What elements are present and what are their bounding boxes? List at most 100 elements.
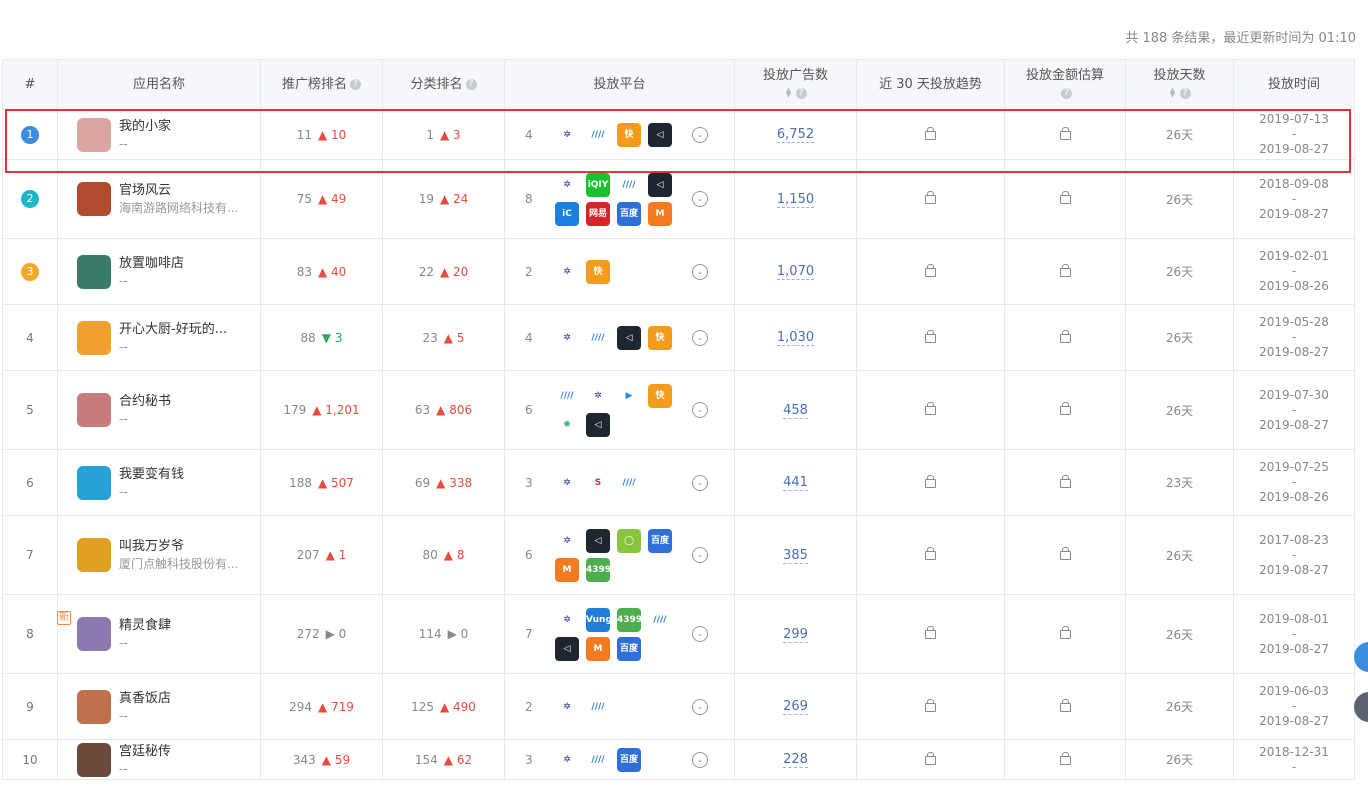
table-row[interactable]: 1 我的小家 -- 11 ▲ 10 1 ▲ 3 4 ✲////快 ◁ ⌄ 6,752 … <box>2 109 1355 160</box>
platform-vungle-icon[interactable]: Vungle <box>586 607 610 632</box>
platform-pangle-icon[interactable]: ✲ <box>555 607 579 632</box>
platform-mgtv-icon[interactable]: M <box>648 201 672 226</box>
platform-tx-icon[interactable]: ▶ <box>617 383 641 408</box>
platform-kuaishou-icon[interactable]: 快 <box>586 259 610 284</box>
lock-icon[interactable] <box>1059 547 1071 560</box>
platform-pangle-icon[interactable]: ✲ <box>555 172 579 197</box>
table-row[interactable]: 6 我要变有钱 -- 188 ▲ 507 69 ▲ 338 3 ✲ S //// ⌄ 4… <box>2 449 1355 516</box>
app-icon[interactable] <box>77 617 111 651</box>
platform-kuaishou-icon[interactable]: 快 <box>617 122 641 147</box>
lock-icon[interactable] <box>925 329 936 343</box>
ad-count-link[interactable]: 1,070 <box>776 264 815 280</box>
expand-chevron-icon[interactable]: ⌄ <box>692 547 708 563</box>
trend-cell[interactable] <box>856 159 1005 239</box>
col-days[interactable]: 投放天数 ▲ ▼? <box>1125 59 1234 110</box>
chat-float-button[interactable] <box>1354 642 1368 672</box>
trend-cell[interactable] <box>856 515 1005 595</box>
amount-cell[interactable] <box>1004 109 1126 160</box>
platform-baidu-icon[interactable]: 百度 <box>617 201 641 226</box>
platform-gdt-icon[interactable]: ✺ <box>555 412 579 437</box>
app-cell[interactable]: 合约秘书 -- <box>57 370 261 450</box>
lock-icon[interactable] <box>1059 329 1071 343</box>
table-row[interactable]: 3 放置咖啡店 -- 83 ▲ 40 22 ▲ 20 2 ✲ 快 ⌄ 1,070 26… <box>2 238 1355 305</box>
platform-kuaishou-icon[interactable]: 快 <box>648 383 672 408</box>
platform-ks-icon[interactable]: //// <box>586 122 610 147</box>
table-row[interactable]: 8 精灵食肆 -- 272 ▶ 0 114 ▶ 0 7 ✲ Vungle 4399 ///… <box>2 594 1355 674</box>
lock-icon[interactable] <box>925 626 936 639</box>
app-icon[interactable] <box>77 538 111 572</box>
ad-count-link[interactable]: 385 <box>783 547 808 564</box>
app-icon[interactable] <box>77 182 111 216</box>
app-cell[interactable]: 开心大厨-好玩的... -- <box>57 304 261 371</box>
table-row[interactable]: 9 真香饭店 -- 294 ▲ 719 125 ▲ 490 2 ✲ //// ⌄ 26… <box>2 673 1355 740</box>
ad-count-link[interactable]: 458 <box>783 402 808 419</box>
platform-ks-icon[interactable]: //// <box>617 172 641 197</box>
platform-baidu-icon[interactable]: 百度 <box>617 747 641 772</box>
app-name[interactable]: 真香饭店 <box>119 690 171 708</box>
platform-ks-icon[interactable]: //// <box>586 694 610 719</box>
table-row[interactable]: 2 官场风云 海南游路网络科技有... 75 ▲ 49 19 ▲ 24 8 ✲ iQI… <box>2 159 1355 239</box>
table-row[interactable]: 4 开心大厨-好玩的... -- 88 ▼ 3 23 ▲ 5 4 ✲ //// ◁ 快 ⌄… <box>2 304 1355 371</box>
platform-pangle-icon[interactable]: ✲ <box>586 383 610 408</box>
app-icon[interactable] <box>77 393 111 427</box>
app-cell[interactable]: 叫我万岁爷 厦门点触科技股份有... <box>57 515 261 595</box>
ad-count-link[interactable]: 1,030 <box>776 330 815 346</box>
lock-icon[interactable] <box>1059 402 1071 415</box>
platform-pangle-icon[interactable]: ✲ <box>555 470 579 495</box>
expand-chevron-icon[interactable]: ⌄ <box>692 126 708 143</box>
app-cell[interactable]: 宫廷秘传 -- <box>57 739 261 780</box>
app-icon[interactable] <box>77 742 111 777</box>
lock-icon[interactable] <box>1059 263 1071 277</box>
platform-ks-icon[interactable]: //// <box>648 607 672 632</box>
platform-sohu-icon[interactable]: S <box>586 470 610 495</box>
app-name[interactable]: 开心大厨-好玩的... <box>119 321 227 339</box>
col-ad-count[interactable]: 投放广告数 ▲ ▼? <box>734 59 857 110</box>
platform-jl-icon[interactable]: ◁ <box>555 636 579 661</box>
trend-cell[interactable] <box>856 304 1005 371</box>
app-name[interactable]: 合约秘书 <box>119 393 171 411</box>
lock-icon[interactable] <box>1059 698 1071 712</box>
platform-wy-icon[interactable]: 网易 <box>586 201 610 226</box>
col-promo-rank[interactable]: 推广榜排名? <box>260 59 383 110</box>
app-cell[interactable]: 精灵食肆 -- <box>57 594 261 674</box>
help-icon[interactable]: ? <box>350 78 361 90</box>
app-cell[interactable]: 我要变有钱 -- <box>57 449 261 516</box>
amount-cell[interactable] <box>1004 159 1126 239</box>
app-icon[interactable] <box>77 689 111 724</box>
feedback-float-button[interactable] <box>1354 692 1368 722</box>
ad-count-link[interactable]: 1,150 <box>776 191 815 208</box>
app-icon[interactable] <box>77 320 111 355</box>
platform-jl-icon[interactable]: ◁ <box>586 412 610 437</box>
platform-4399-icon[interactable]: 4399 <box>617 607 641 632</box>
amount-cell[interactable] <box>1004 673 1126 740</box>
trend-cell[interactable] <box>856 673 1005 740</box>
trend-cell[interactable] <box>856 238 1005 305</box>
lock-icon[interactable] <box>925 474 936 488</box>
sort-icon[interactable]: ▲ ▼ <box>1169 87 1177 99</box>
amount-cell[interactable] <box>1004 304 1126 371</box>
app-name[interactable]: 我要变有钱 <box>119 466 184 484</box>
ad-count-link[interactable]: 299 <box>783 626 808 643</box>
app-cell[interactable]: 真香饭店 -- <box>57 673 261 740</box>
platform-ks-icon[interactable]: //// <box>586 325 610 350</box>
lock-icon[interactable] <box>1059 751 1071 765</box>
platform-baidu-icon[interactable]: 百度 <box>617 636 641 661</box>
lock-icon[interactable] <box>1059 474 1071 488</box>
trend-cell[interactable] <box>856 594 1005 674</box>
help-icon[interactable]: ? <box>795 87 807 99</box>
platform-pangle-icon[interactable]: ✲ <box>555 528 579 553</box>
lock-icon[interactable] <box>1059 626 1071 639</box>
expand-chevron-icon[interactable]: ⌄ <box>692 751 708 768</box>
app-name[interactable]: 我的小家 <box>119 118 171 136</box>
ad-count-link[interactable]: 269 <box>783 699 808 715</box>
amount-cell[interactable] <box>1004 370 1126 450</box>
platform-kuaishou-icon[interactable]: 快 <box>648 325 672 350</box>
app-name[interactable]: 精灵食肆 <box>119 617 171 635</box>
app-name[interactable]: 官场风云 <box>119 182 238 200</box>
lock-icon[interactable] <box>925 698 936 712</box>
app-name[interactable]: 宫廷秘传 <box>119 743 171 761</box>
platform-pangle-icon[interactable]: ✲ <box>555 122 579 147</box>
expand-chevron-icon[interactable]: ⌄ <box>692 402 708 418</box>
platform-wx-icon[interactable]: ◯ <box>617 528 641 553</box>
ad-count-link[interactable]: 6,752 <box>776 127 815 143</box>
